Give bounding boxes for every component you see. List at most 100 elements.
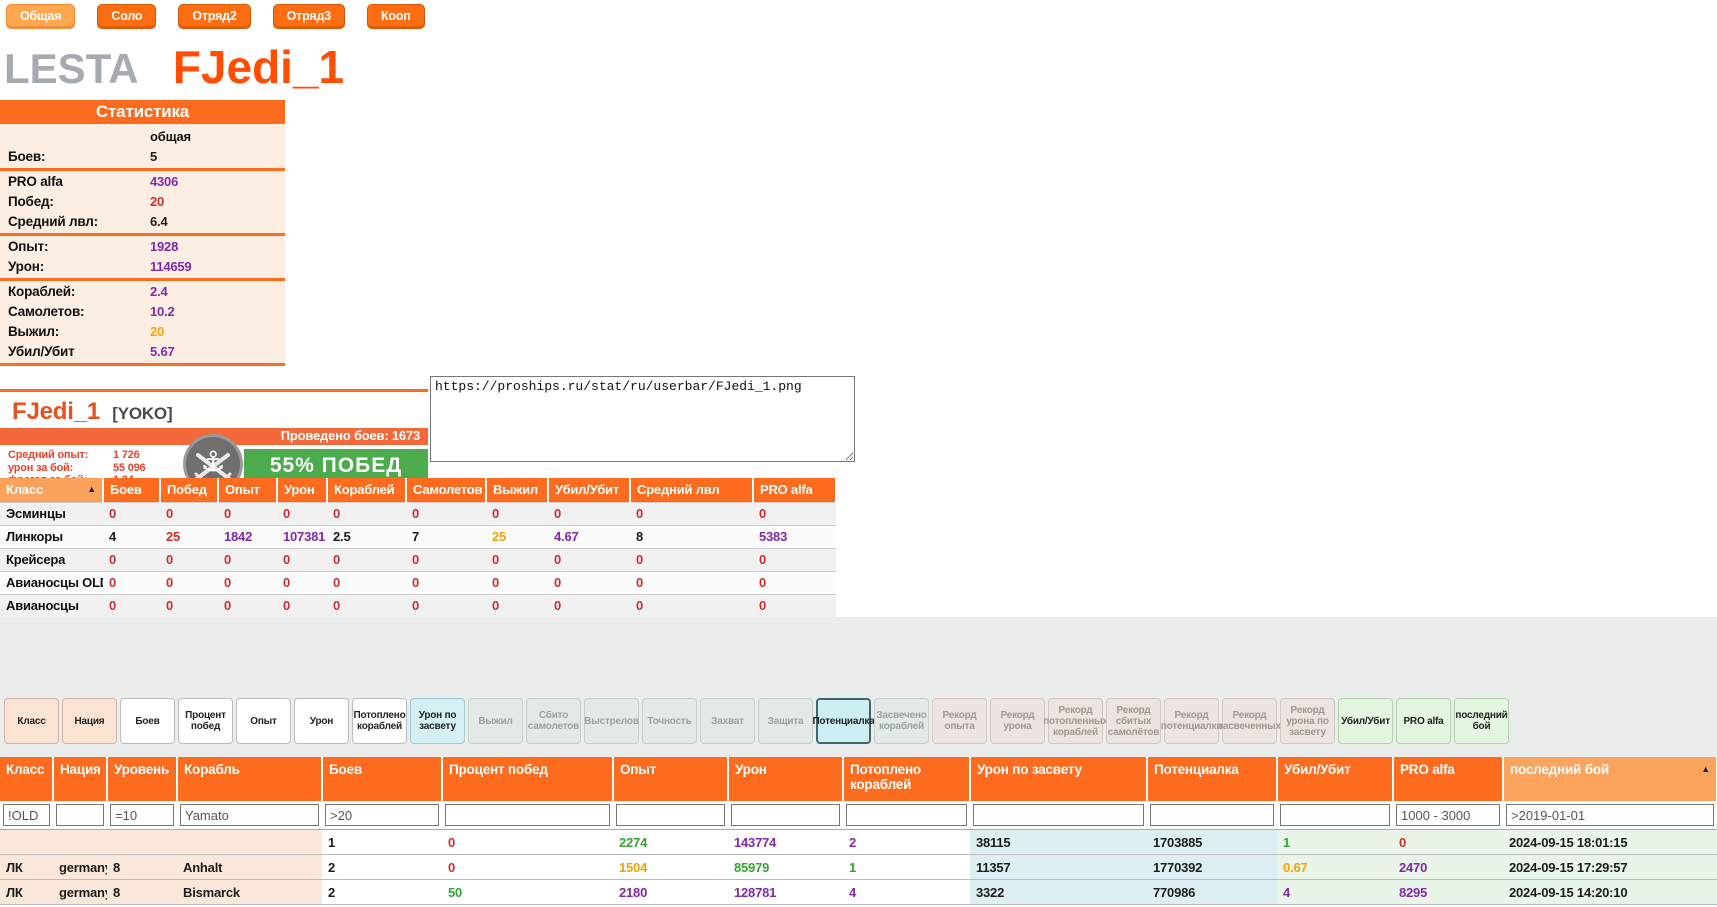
filter-button-6[interactable]: Урон: [294, 698, 349, 744]
ship-table-col-header[interactable]: Опыт: [613, 757, 728, 801]
class-stat-cell: 5383: [753, 525, 836, 548]
filter-button-5[interactable]: Опыт: [236, 698, 291, 744]
class-stat-cell: 0: [406, 502, 486, 525]
filter-button-8[interactable]: Урон по засвету: [410, 698, 465, 744]
column-filter-input[interactable]: [445, 804, 610, 826]
class-stat-cell: 0: [103, 502, 160, 525]
column-filter-input[interactable]: [1396, 804, 1500, 826]
filter-button-3[interactable]: Боев: [120, 698, 175, 744]
filter-button-21[interactable]: Рекорд потенциалки: [1164, 698, 1219, 744]
tab-5[interactable]: Кооп: [367, 4, 425, 29]
column-filter-input[interactable]: [846, 804, 967, 826]
column-filter-input[interactable]: [1506, 804, 1714, 826]
filter-button-1[interactable]: Класс: [4, 698, 59, 744]
class-stat-cell: 0: [218, 594, 277, 617]
filter-button-18[interactable]: Рекорд урона: [990, 698, 1045, 744]
filter-button-9[interactable]: Выжил: [468, 698, 523, 744]
filter-button-12[interactable]: Точность: [642, 698, 697, 744]
tab-2[interactable]: Соло: [97, 4, 156, 29]
userbar-url-textarea[interactable]: https://proships.ru/stat/ru/userbar/FJed…: [430, 376, 855, 462]
class-table-col-header[interactable]: Средний лвл: [630, 478, 753, 502]
filter-button-15[interactable]: Потенциалка: [816, 698, 871, 744]
filter-button-11[interactable]: Выстрелов: [584, 698, 639, 744]
ship-table-col-header[interactable]: Убил/Убит: [1277, 757, 1393, 801]
filter-button-16[interactable]: Засвечено кораблей: [874, 698, 929, 744]
column-filter-input[interactable]: [110, 804, 174, 826]
class-table-col-header[interactable]: Выжил: [486, 478, 548, 502]
filter-button-2[interactable]: Нация: [62, 698, 117, 744]
ship-stat-cell: 2274: [613, 830, 728, 855]
class-stat-cell: 0: [630, 594, 753, 617]
ship-table-col-header[interactable]: Урон: [728, 757, 843, 801]
column-filter-input[interactable]: [325, 804, 439, 826]
class-stat-cell: 0: [486, 594, 548, 617]
class-table-col-header[interactable]: Боев: [103, 478, 160, 502]
tab-3[interactable]: Отряд2: [178, 4, 250, 29]
filter-button-25[interactable]: PRO alfa: [1396, 698, 1451, 744]
ship-stat-cell: 1703885: [1147, 830, 1277, 855]
ship-stat-cell: germany: [53, 855, 107, 880]
ship-table-col-header[interactable]: Потенциалка: [1147, 757, 1277, 801]
column-filter-input[interactable]: [3, 804, 50, 826]
filter-button-24[interactable]: Убил/Убит: [1338, 698, 1393, 744]
class-stat-cell: 0: [630, 571, 753, 594]
class-table-col-header[interactable]: Убил/Убит: [548, 478, 630, 502]
class-table-col-header[interactable]: Опыт: [218, 478, 277, 502]
tab-4[interactable]: Отряд3: [273, 4, 345, 29]
column-filter-input[interactable]: [1150, 804, 1274, 826]
class-stat-cell: 4: [103, 525, 160, 548]
ship-table-col-header[interactable]: Корабль: [177, 757, 322, 801]
column-filter-input[interactable]: [616, 804, 725, 826]
stat-value: 2.4: [150, 284, 167, 299]
ship-table-col-header[interactable]: последний бой▲: [1503, 757, 1717, 801]
ship-table-col-header[interactable]: Урон по засвету: [970, 757, 1147, 801]
stat-row: Опыт:1928: [0, 236, 285, 256]
class-table-col-header[interactable]: Урон: [277, 478, 327, 502]
column-filter-input[interactable]: [973, 804, 1144, 826]
filter-button-7[interactable]: Потоплено кораблей: [352, 698, 407, 744]
player-name: FJedi_1: [12, 398, 100, 425]
tab-1[interactable]: Общая: [6, 4, 75, 29]
filter-button-10[interactable]: Сбито самолетов: [526, 698, 581, 744]
ship-table-col-header[interactable]: Нация: [53, 757, 107, 801]
filter-button-26[interactable]: последний бой: [1454, 698, 1509, 744]
class-table-col-header[interactable]: PRO alfa: [753, 478, 836, 502]
ship-table-col-header[interactable]: Боев: [322, 757, 442, 801]
stat-group: Опыт:1928Урон:114659: [0, 236, 285, 281]
ship-table-col-header[interactable]: Уровень: [107, 757, 177, 801]
ship-stat-cell: [107, 830, 177, 855]
filter-button-22[interactable]: Рекорд засвеченных: [1222, 698, 1277, 744]
column-filter-input[interactable]: [56, 804, 104, 826]
ship-table-col-header[interactable]: Класс: [0, 757, 53, 801]
column-filter-input[interactable]: [731, 804, 840, 826]
filter-button-19[interactable]: Рекорд потопленных кораблей: [1048, 698, 1103, 744]
column-filter-input[interactable]: [180, 804, 319, 826]
ship-table-col-header[interactable]: PRO alfa: [1393, 757, 1503, 801]
userbar-stat-row: Средний опыт:1 726: [8, 449, 145, 462]
filter-button-4[interactable]: Процент побед: [178, 698, 233, 744]
filter-cell: [1393, 801, 1503, 830]
ship-stat-cell: 770986: [1147, 880, 1277, 905]
class-stat-cell: 0: [160, 502, 218, 525]
filter-button-23[interactable]: Рекорд урона по засвету: [1280, 698, 1335, 744]
ship-stat-cell: [177, 830, 322, 855]
class-table-col-header[interactable]: Кораблей: [327, 478, 406, 502]
ship-table-col-header[interactable]: Процент побед: [442, 757, 613, 801]
class-table-col-header[interactable]: Класс▲: [0, 478, 103, 502]
ship-table-col-header[interactable]: Потоплено кораблей: [843, 757, 970, 801]
ship-stat-cell: Anhalt: [177, 855, 322, 880]
filter-button-17[interactable]: Рекорд опыта: [932, 698, 987, 744]
column-filter-input[interactable]: [1280, 804, 1390, 826]
class-stat-cell: 1842: [218, 525, 277, 548]
ship-stat-cell: 3322: [970, 880, 1147, 905]
stat-row: Урон:114659: [0, 256, 285, 276]
class-stat-cell: 0: [548, 594, 630, 617]
filter-button-13[interactable]: Захват: [700, 698, 755, 744]
ship-stat-cell: 0: [442, 855, 613, 880]
class-stat-cell: 0: [548, 548, 630, 571]
filter-button-14[interactable]: Защита: [758, 698, 813, 744]
stat-value: 4306: [150, 174, 178, 189]
filter-button-20[interactable]: Рекорд сбитых самолётов: [1106, 698, 1161, 744]
class-table-col-header[interactable]: Самолетов: [406, 478, 486, 502]
class-table-col-header[interactable]: Побед: [160, 478, 218, 502]
